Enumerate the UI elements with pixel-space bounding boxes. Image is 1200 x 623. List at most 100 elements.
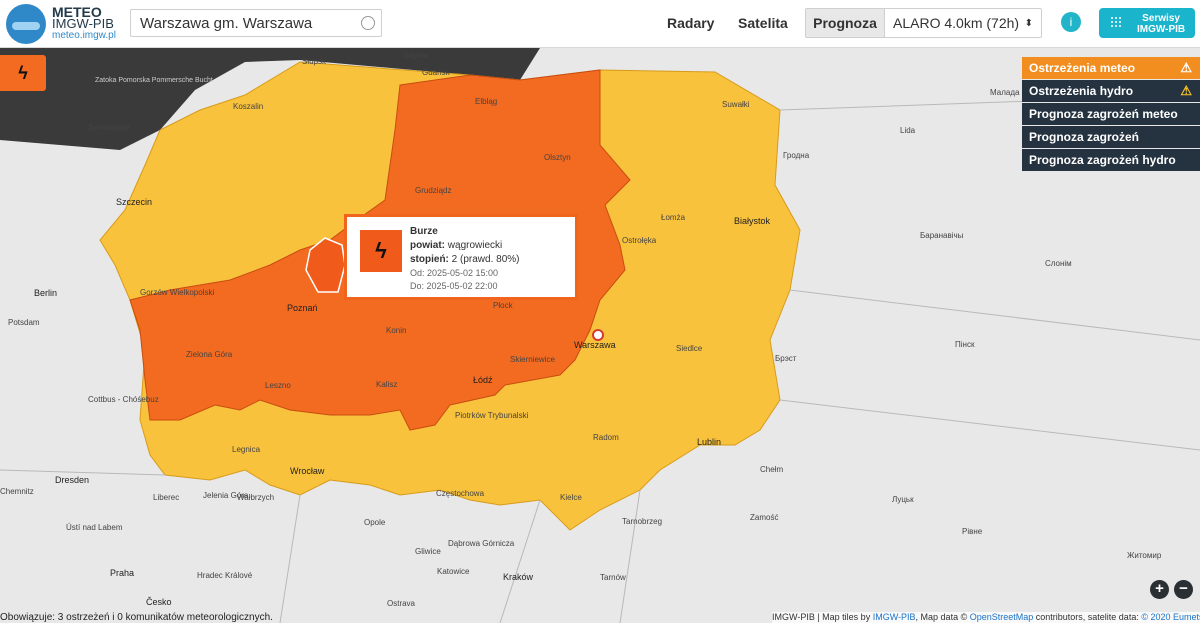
- city-label: Dresden: [55, 475, 89, 485]
- nav-radar[interactable]: Radary: [667, 15, 714, 31]
- warning-icon: ⚠: [1180, 60, 1192, 75]
- city-label: Слонім: [1045, 259, 1072, 268]
- nav-satellite[interactable]: Satelita: [738, 15, 788, 31]
- city-label: Рівне: [962, 527, 983, 536]
- city-label: Луцьк: [892, 495, 914, 504]
- search-input[interactable]: [131, 10, 369, 36]
- warning-icon: ⚠: [1180, 83, 1192, 98]
- city-label: Гродна: [783, 151, 810, 160]
- city-label: Praha: [110, 568, 134, 578]
- city-label: Wałbrzych: [237, 493, 274, 502]
- layer-hydro-warnings[interactable]: Ostrzeżenia hydro ⚠: [1022, 80, 1200, 102]
- city-label: Konin: [386, 326, 406, 335]
- city-label: Liberec: [153, 493, 179, 502]
- city-label: Gdańsk: [422, 68, 451, 77]
- level-label: stopień:: [410, 254, 449, 265]
- city-label: Elbląg: [475, 97, 497, 106]
- layer-meteo-warnings[interactable]: Ostrzeżenia meteo ⚠: [1022, 57, 1200, 79]
- lightning-icon: ϟ: [360, 230, 402, 272]
- brand-site: meteo.imgw.pl: [52, 30, 116, 41]
- map-attribution: IMGW-PIB | Map tiles by IMGW-PIB, Map da…: [772, 612, 1200, 623]
- brand[interactable]: METEO IMGW-PIB meteo.imgw.pl: [52, 5, 116, 42]
- zoom-in-button[interactable]: +: [1150, 580, 1169, 599]
- city-label: Siedlce: [676, 344, 703, 353]
- powiat-label: powiat:: [410, 240, 445, 251]
- city-label: Tarnów: [600, 573, 626, 582]
- imgw-logo-icon[interactable]: [6, 4, 46, 44]
- warning-popup: ϟ Burze powiat: wągrowiecki stopień: 2 (…: [344, 214, 578, 300]
- services-button[interactable]: Serwisy IMGW-PIB: [1099, 8, 1195, 38]
- city-label: Świnoujście: [88, 123, 131, 132]
- city-label: Suwałki: [722, 100, 750, 109]
- city-label: Płock: [493, 301, 514, 310]
- city-label: Radom: [593, 433, 619, 442]
- grid-icon: [1111, 17, 1121, 27]
- city-label: Lida: [900, 126, 916, 135]
- level-value: 2 (prawd. 80%): [451, 254, 520, 265]
- layer-road-forecast[interactable]: Prognoza zagrożeń drogowych: [1022, 126, 1200, 166]
- city-label: Kraków: [503, 572, 534, 582]
- city-label: Białystok: [734, 216, 771, 226]
- city-label: Szczecin: [116, 197, 152, 207]
- osm-link[interactable]: OpenStreetMap: [970, 612, 1034, 622]
- city-label: Česko: [146, 597, 172, 607]
- info-icon[interactable]: i: [1061, 12, 1081, 32]
- layer-hydro-forecast[interactable]: Prognoza zagrożeń hydro: [1022, 149, 1200, 171]
- layer-meteo-forecast[interactable]: Prognoza zagrożeń meteo: [1022, 103, 1200, 125]
- city-label: Малада: [990, 88, 1020, 97]
- city-label: Zielona Góra: [186, 350, 233, 359]
- city-label: Łomża: [661, 213, 686, 222]
- city-label: Gdynia: [403, 51, 429, 60]
- city-label: Katowice: [437, 567, 470, 576]
- city-label: Ústí nad Labem: [66, 523, 123, 532]
- warning-count-text: Obowiązuje: 3 ostrzeżeń i 0 komunikatów …: [0, 612, 273, 623]
- city-label: Częstochowa: [436, 489, 485, 498]
- zoom-out-button[interactable]: −: [1174, 580, 1193, 599]
- storm-warning-button[interactable]: ϟ: [0, 55, 46, 91]
- locate-icon[interactable]: [361, 16, 375, 30]
- layer-panel: Ostrzeżenia meteo ⚠ Ostrzeżenia hydro ⚠ Pr…: [1022, 57, 1200, 172]
- city-label: Chełm: [760, 465, 783, 474]
- warning-map[interactable]: Słupsk Gdynia Gdańsk Koszalin Elbląg Suw…: [0, 48, 1200, 623]
- select-arrows-icon: ⬍: [1024, 17, 1033, 29]
- city-label: Cottbus - Chóśebuz: [88, 395, 159, 404]
- services-line2: IMGW-PIB: [1137, 24, 1186, 35]
- city-label: Lublin: [697, 437, 721, 447]
- city-label: Warszawa: [574, 340, 616, 350]
- city-label: Słupsk: [302, 57, 327, 66]
- popup-title: Burze: [410, 226, 438, 237]
- city-label: Tarnobrzeg: [622, 517, 662, 526]
- city-label: Пінск: [955, 340, 975, 349]
- location-marker-icon: [592, 329, 604, 341]
- forecast-selector: Prognoza ALARO 4.0km (72h) ⬍: [805, 8, 1042, 38]
- eumetsat-link[interactable]: © 2020 Eumetsat: [1141, 612, 1200, 622]
- city-label: Chemnitz: [0, 487, 34, 496]
- city-label: Koszalin: [233, 102, 263, 111]
- city-label: Grudziądz: [415, 186, 451, 195]
- model-select[interactable]: ALARO 4.0km (72h) ⬍: [885, 9, 1041, 37]
- city-label: Olsztyn: [544, 153, 571, 162]
- city-label: Ostrołęka: [622, 236, 657, 245]
- city-label: Opole: [364, 518, 386, 527]
- city-label: Житомир: [1127, 551, 1162, 560]
- forecast-label[interactable]: Prognoza: [806, 9, 885, 37]
- city-label: Баранавічы: [920, 231, 964, 240]
- city-label: Hradec Králové: [197, 571, 253, 580]
- city-label: Legnica: [232, 445, 261, 454]
- city-label: Poznań: [287, 303, 318, 313]
- city-label: Zamość: [750, 513, 778, 522]
- city-label: Berlin: [34, 288, 57, 298]
- city-label: Dąbrowa Górnicza: [448, 539, 515, 548]
- attrib-link[interactable]: IMGW-PIB: [873, 612, 916, 622]
- services-line1: Serwisy: [1142, 13, 1180, 24]
- region-label: Zatoka Pomorska Pommersche Bucht: [95, 77, 213, 84]
- lightning-icon: ϟ: [18, 63, 28, 83]
- city-label: Skierniewice: [510, 355, 555, 364]
- location-search: [130, 9, 382, 37]
- city-label: Ostrava: [387, 599, 416, 608]
- city-label: Piotrków Trybunalski: [455, 411, 529, 420]
- city-label: Łódź: [473, 375, 493, 385]
- city-label: Potsdam: [8, 318, 40, 327]
- valid-from: Od: 2025-05-02 15:00: [410, 268, 499, 278]
- city-label: Gorzów Wielkopolski: [140, 288, 214, 297]
